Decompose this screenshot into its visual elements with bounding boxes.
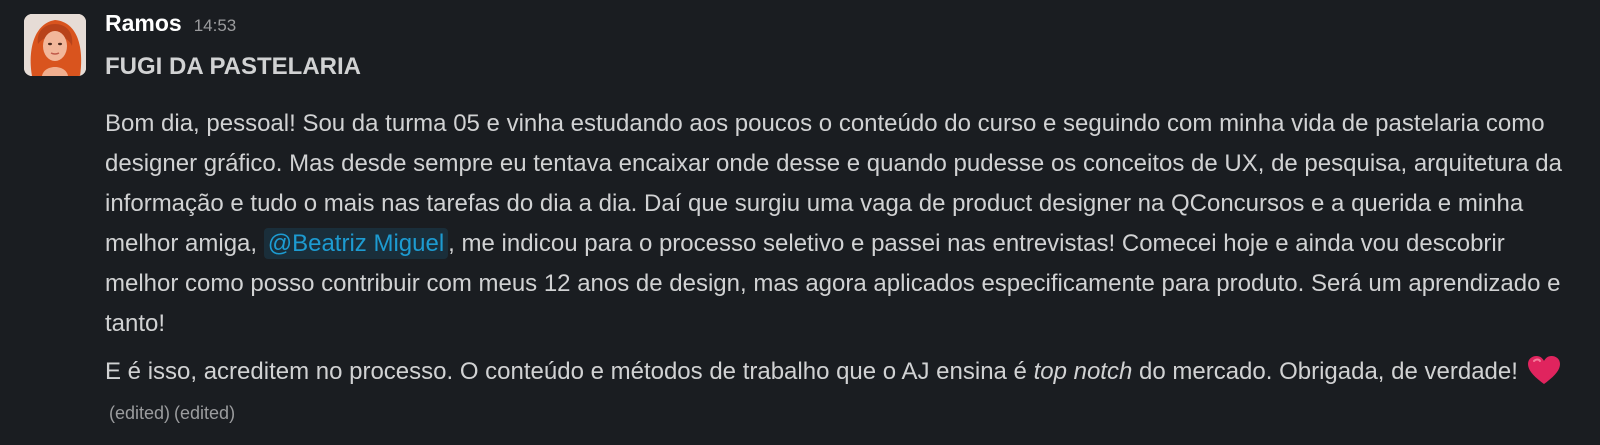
user-mention[interactable]: @Beatriz Miguel bbox=[263, 228, 449, 259]
paragraph-text: E é isso, acreditem no processo. O conte… bbox=[105, 358, 1034, 385]
message-paragraph: E é isso, acreditem no processo. O conte… bbox=[105, 352, 1575, 433]
avatar[interactable] bbox=[24, 14, 86, 76]
paragraph-text: do mercado. Obrigada, de verdade! bbox=[1132, 358, 1525, 385]
message-title: FUGI DA PASTELARIA bbox=[105, 53, 361, 80]
message-content: Ramos 14:53 FUGI DA PASTELARIA Bom dia, … bbox=[105, 10, 1575, 433]
author-name[interactable]: Ramos bbox=[105, 10, 182, 37]
italic-text: top notch bbox=[1033, 358, 1133, 385]
timestamp[interactable]: 14:53 bbox=[194, 16, 237, 36]
message-header: Ramos 14:53 bbox=[105, 10, 1575, 44]
message-item: Ramos 14:53 FUGI DA PASTELARIA Bom dia, … bbox=[0, 0, 1600, 445]
heart-emoji-icon bbox=[1527, 355, 1561, 385]
avatar-image bbox=[24, 14, 86, 76]
edited-label: (edited) bbox=[174, 403, 236, 423]
message-paragraph: Bom dia, pessoal! Sou da turma 05 e vinh… bbox=[105, 104, 1575, 344]
edited-label: (edited) bbox=[109, 403, 171, 423]
